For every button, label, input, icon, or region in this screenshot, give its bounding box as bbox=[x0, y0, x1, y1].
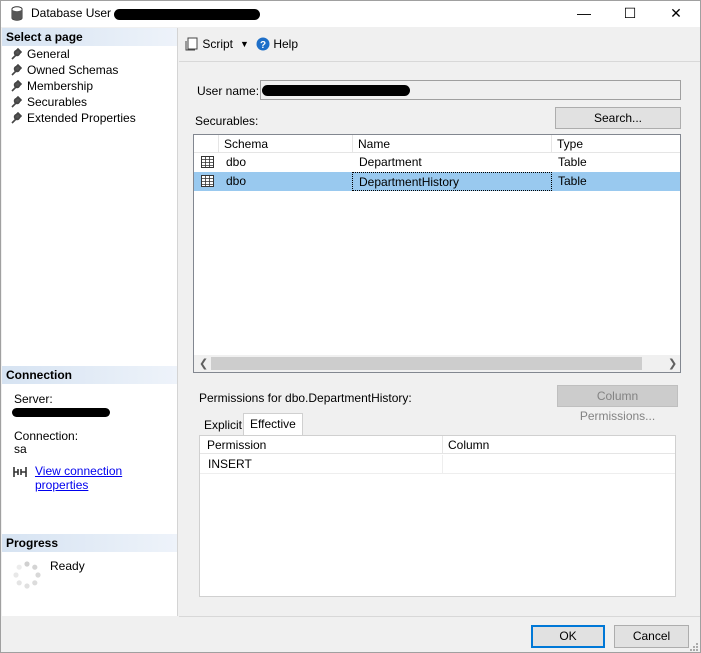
securables-label: Securables: bbox=[195, 114, 259, 128]
footer-separator bbox=[179, 616, 700, 617]
close-button[interactable]: ✕ bbox=[653, 1, 699, 27]
left-pane: Select a page General Owned Schemas Memb… bbox=[2, 28, 178, 616]
page-owned-schemas[interactable]: Owned Schemas bbox=[10, 63, 118, 78]
tab-effective[interactable]: Effective bbox=[243, 413, 303, 436]
table-row[interactable]: dbo Department Table bbox=[194, 153, 680, 172]
cell-schema: dbo bbox=[226, 155, 247, 169]
progress-header: Progress bbox=[2, 534, 177, 552]
help-button[interactable]: ? Help bbox=[256, 37, 298, 51]
redacted-server-name bbox=[12, 408, 110, 417]
redacted-user-name-value bbox=[262, 85, 410, 96]
resize-grip-icon[interactable] bbox=[689, 642, 699, 652]
help-label: Help bbox=[273, 37, 299, 51]
content-area: User name: Securables: Search... Schema … bbox=[179, 63, 700, 616]
page-owned-schemas-label: Owned Schemas bbox=[27, 63, 119, 77]
scroll-right-arrow-icon[interactable]: ❯ bbox=[668, 357, 677, 370]
table-icon bbox=[201, 156, 214, 168]
page-membership-label: Membership bbox=[27, 79, 94, 93]
page-general-label: General bbox=[27, 47, 70, 61]
page-securables-label: Securables bbox=[27, 95, 88, 109]
column-header-permission[interactable]: Permission bbox=[200, 436, 443, 454]
page-extended-properties[interactable]: Extended Properties bbox=[10, 111, 136, 126]
minimize-button[interactable]: — bbox=[561, 1, 607, 27]
help-icon: ? bbox=[256, 37, 270, 51]
dialog-window: Database User - — ☐ ✕ Select a page Gene… bbox=[0, 0, 701, 653]
window-title: Database User - bbox=[31, 6, 119, 20]
toolbar: Script ▼ ? Help bbox=[179, 28, 700, 62]
page-membership[interactable]: Membership bbox=[10, 79, 93, 94]
connection-value: sa bbox=[14, 442, 27, 456]
ok-button[interactable]: OK bbox=[531, 625, 605, 648]
script-button[interactable]: Script bbox=[185, 37, 233, 51]
page-securables[interactable]: Securables bbox=[10, 95, 87, 110]
wrench-icon bbox=[11, 48, 22, 60]
user-name-field[interactable] bbox=[260, 80, 681, 100]
cell-name-focused: DepartmentHistory bbox=[352, 172, 552, 191]
connection-header: Connection bbox=[2, 366, 177, 384]
cell-column bbox=[443, 455, 675, 474]
script-icon bbox=[185, 37, 198, 51]
script-dropdown-chevron-icon[interactable]: ▼ bbox=[240, 39, 249, 49]
permissions-for-label: Permissions for dbo.DepartmentHistory: bbox=[199, 391, 412, 405]
table-row[interactable]: INSERT bbox=[200, 455, 675, 474]
cell-name: Department bbox=[359, 155, 422, 169]
table-row-selected[interactable]: dbo DepartmentHistory Table bbox=[194, 172, 680, 191]
securables-grid: Schema Name Type dbo Department Table db… bbox=[193, 134, 681, 373]
wrench-icon bbox=[11, 96, 22, 108]
permissions-grid: Permission Column INSERT bbox=[199, 435, 676, 597]
maximize-button[interactable]: ☐ bbox=[607, 1, 653, 27]
wrench-icon bbox=[11, 112, 22, 124]
select-page-header: Select a page bbox=[2, 28, 177, 46]
script-label: Script bbox=[202, 37, 234, 51]
cancel-button[interactable]: Cancel bbox=[614, 625, 689, 648]
scroll-left-arrow-icon[interactable]: ❮ bbox=[199, 357, 208, 370]
progress-status: Ready bbox=[50, 559, 85, 573]
column-header-name[interactable]: Name bbox=[353, 135, 552, 153]
view-connection-properties-link[interactable]: View connection properties bbox=[35, 464, 177, 492]
column-header-column[interactable]: Column bbox=[443, 436, 675, 454]
progress-spinner-icon bbox=[13, 561, 41, 589]
connection-label: Connection: bbox=[14, 429, 79, 443]
server-label: Server: bbox=[14, 392, 53, 406]
wrench-icon bbox=[11, 64, 22, 76]
user-name-label: User name: bbox=[197, 84, 260, 98]
cell-permission: INSERT bbox=[202, 455, 443, 474]
cell-type: Table bbox=[558, 174, 587, 188]
table-icon bbox=[201, 175, 214, 187]
column-header-schema[interactable]: Schema bbox=[219, 135, 353, 153]
securables-icon-column-header bbox=[194, 135, 219, 153]
page-extended-properties-label: Extended Properties bbox=[27, 111, 136, 125]
tab-explicit[interactable]: Explicit bbox=[198, 416, 248, 436]
database-icon bbox=[11, 6, 23, 21]
cell-schema: dbo bbox=[226, 174, 247, 188]
svg-text:?: ? bbox=[260, 40, 266, 51]
wrench-icon bbox=[11, 80, 22, 92]
cell-type: Table bbox=[558, 155, 587, 169]
column-permissions-button[interactable]: Column Permissions... bbox=[557, 385, 678, 423]
column-header-type[interactable]: Type bbox=[552, 135, 680, 153]
connection-properties-icon bbox=[13, 467, 27, 477]
title-bar[interactable]: Database User - — ☐ ✕ bbox=[1, 1, 700, 27]
page-general[interactable]: General bbox=[10, 47, 70, 62]
horizontal-scrollbar[interactable]: ❮ ❯ bbox=[194, 355, 680, 372]
redacted-user-name bbox=[114, 9, 260, 20]
scrollbar-thumb[interactable] bbox=[211, 357, 642, 370]
search-button[interactable]: Search... bbox=[555, 107, 681, 129]
